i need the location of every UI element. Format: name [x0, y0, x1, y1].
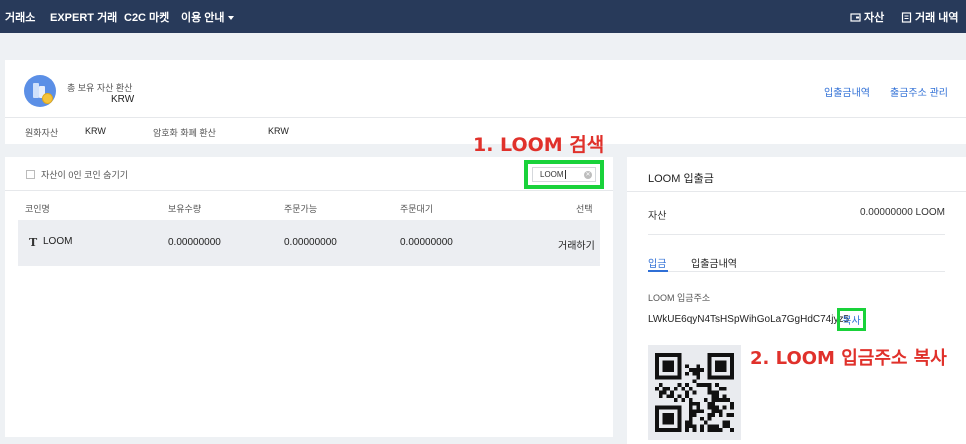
search-input-value: LOOM [540, 170, 564, 179]
nav-c2c-market[interactable]: C2C 마켓 [124, 9, 169, 25]
col-header-available: 주문가능 [284, 204, 318, 214]
deposit-asset-value: 0.00000000 LOOM [859, 207, 945, 218]
total-asset-value: KRW [111, 94, 135, 105]
col-header-select: 선택 [576, 204, 593, 214]
divider [5, 190, 613, 191]
copy-label: 복사 [842, 316, 861, 327]
pending-amount: 0.00000000 [400, 237, 453, 248]
col-header-holding: 보유수량 [168, 204, 202, 214]
holding-amount: 0.00000000 [168, 237, 221, 248]
hide-zero-checkbox[interactable] [26, 170, 35, 179]
annotation-step2: 2. LOOM 입금주소 복사 [750, 348, 947, 369]
nav-exchange[interactable]: 거래소 [5, 9, 35, 25]
copy-address-button[interactable]: 복사 [837, 308, 866, 331]
clear-icon[interactable]: ✕ [584, 171, 592, 179]
hide-zero-label: 자산이 0인 코인 숨기기 [41, 170, 129, 180]
trade-link[interactable]: 거래하기 [558, 237, 595, 252]
col-header-coin: 코인명 [25, 204, 50, 214]
loom-coin-icon: T [29, 236, 38, 249]
document-icon [901, 11, 912, 23]
deposit-asset-label: 자산 [648, 211, 667, 222]
tab-underline [648, 271, 945, 272]
nav-history-label: 거래 내역 [915, 12, 959, 24]
wallet-icon [850, 12, 861, 22]
available-amount: 0.00000000 [284, 237, 337, 248]
divider [648, 234, 945, 235]
coin-search-input[interactable]: LOOM ✕ [532, 167, 596, 182]
qr-code-icon [655, 353, 734, 432]
holdings-panel: 자산이 0인 코인 숨기기 LOOM ✕ 코인명 보유수량 주문가능 주문대기 … [5, 157, 613, 437]
divider [5, 117, 966, 118]
deposit-withdraw-history-link[interactable]: 입출금내역 [824, 84, 870, 99]
tab-deposit[interactable]: 입금 [648, 255, 666, 270]
tab-deposit-withdraw-history[interactable]: 입출금내역 [691, 255, 737, 270]
krw-asset-value: KRW [85, 126, 106, 136]
hide-zero-toggle[interactable]: 자산이 0인 코인 숨기기 [26, 168, 128, 181]
coin-name: LOOM [43, 236, 73, 247]
krw-asset-label: 원화자산 [25, 128, 59, 138]
annotation-step1: 1. LOOM 검색 [473, 134, 605, 156]
active-tab-indicator [648, 270, 668, 272]
deposit-panel: LOOM 입출금 자산 0.00000000 LOOM 입금 입출금내역 LOO… [627, 157, 966, 444]
nav-history[interactable]: 거래 내역 [901, 9, 959, 25]
nav-assets-label: 자산 [864, 12, 885, 24]
search-highlight-box: LOOM ✕ [524, 160, 604, 189]
crypto-convert-value: KRW [268, 126, 289, 136]
nav-assets[interactable]: 자산 [850, 9, 884, 25]
divider [627, 191, 966, 192]
top-nav: 거래소 EXPERT 거래 C2C 마켓 이용 안내 자산 거래 내역 [0, 0, 966, 33]
withdraw-address-manage-link[interactable]: 출금주소 관리 [890, 84, 948, 99]
crypto-convert-label: 암호화 화폐 환산 [153, 128, 216, 138]
col-header-pending: 주문대기 [400, 204, 434, 214]
qr-code [648, 345, 741, 440]
deposit-panel-title: LOOM 입출금 [648, 173, 714, 185]
total-asset-label: 총 보유 자산 환산 [67, 83, 133, 93]
avatar [24, 75, 56, 107]
nav-guide-label: 이용 안내 [181, 12, 225, 24]
coin-icon [42, 93, 53, 104]
deposit-address-label: LOOM 입금주소 [648, 293, 711, 303]
nav-guide[interactable]: 이용 안내 [181, 9, 234, 25]
nav-expert-trade[interactable]: EXPERT 거래 [50, 9, 117, 25]
table-row[interactable]: T LOOM 0.00000000 0.00000000 0.00000000 … [18, 220, 600, 266]
chevron-down-icon [227, 16, 234, 21]
deposit-address: LWkUE6qyN4TsHSpWihGoLa7GgHdC74jyz5 [648, 314, 850, 325]
